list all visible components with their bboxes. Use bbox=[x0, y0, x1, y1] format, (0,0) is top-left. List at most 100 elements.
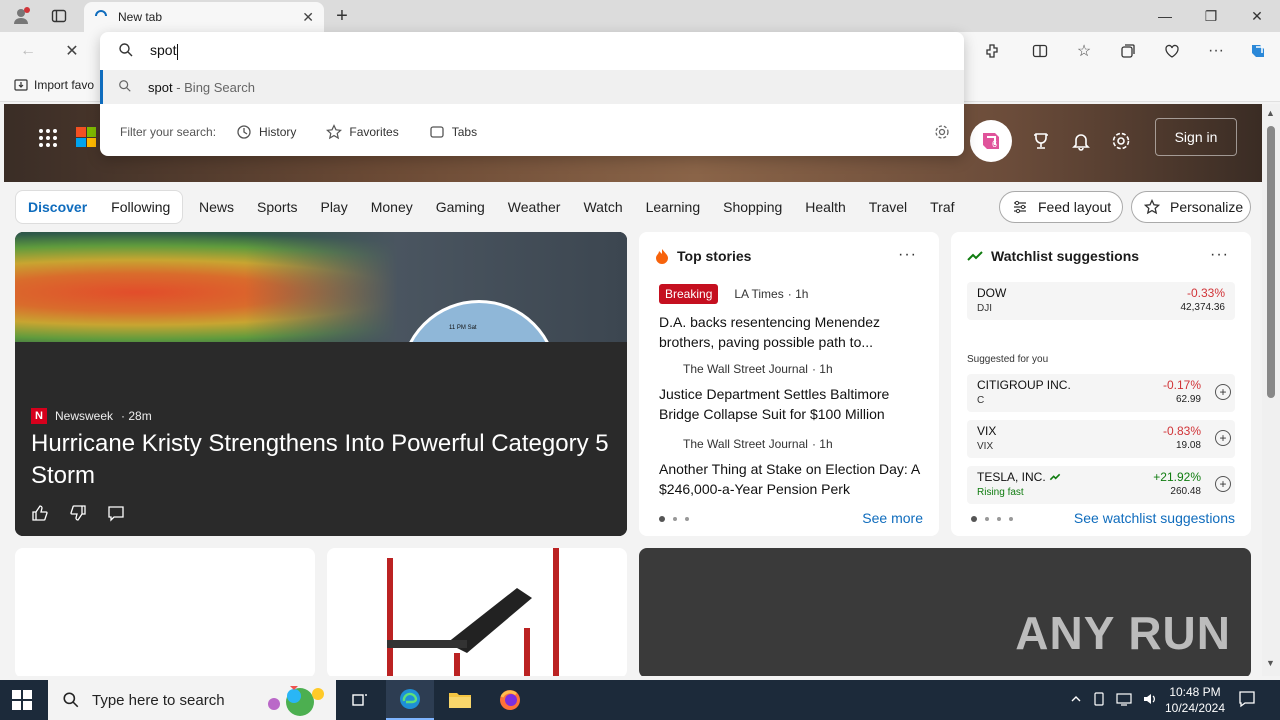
split-screen-icon[interactable] bbox=[1026, 38, 1054, 64]
system-clock[interactable]: 10:48 PM 10/24/2024 bbox=[1162, 684, 1228, 716]
close-tab-icon[interactable]: ✕ bbox=[302, 9, 314, 26]
personalize-button[interactable]: Personalize bbox=[1131, 191, 1251, 223]
settings-more-icon[interactable]: ··· bbox=[1202, 38, 1230, 64]
sign-in-button[interactable]: Sign in bbox=[1155, 118, 1237, 156]
stock-row[interactable]: CITIGROUP INC. C -0.17% 62.99 + bbox=[967, 374, 1235, 412]
more-options-icon[interactable]: ··· bbox=[898, 246, 917, 264]
more-options-icon[interactable]: ··· bbox=[1210, 246, 1229, 264]
watchlist-title: Watchlist suggestions bbox=[967, 248, 1139, 264]
stock-row[interactable]: DOW DJI -0.33% 42,374.36 bbox=[967, 282, 1235, 320]
loading-icon bbox=[94, 9, 108, 26]
favorites-star-icon[interactable]: ☆ bbox=[1070, 38, 1098, 64]
category-news[interactable]: News bbox=[199, 199, 234, 215]
tray-chevron-icon[interactable] bbox=[1070, 693, 1082, 708]
category-sports[interactable]: Sports bbox=[257, 199, 297, 215]
new-tab-button[interactable]: + bbox=[330, 4, 354, 28]
taskbar-search[interactable]: Type here to search bbox=[48, 680, 336, 720]
back-icon[interactable]: ← bbox=[14, 38, 42, 64]
copilot-icon[interactable] bbox=[1244, 38, 1272, 64]
filter-tabs[interactable]: Tabs bbox=[429, 124, 477, 140]
add-to-watchlist-icon[interactable]: + bbox=[1215, 384, 1231, 400]
file-explorer-icon[interactable] bbox=[436, 680, 484, 720]
star-icon bbox=[326, 124, 343, 140]
restore-button[interactable]: ❐ bbox=[1188, 0, 1234, 32]
filter-history[interactable]: History bbox=[236, 124, 296, 140]
start-button[interactable] bbox=[12, 690, 32, 710]
browser-tab[interactable]: New tab ✕ bbox=[84, 2, 324, 32]
title-bar: New tab ✕ + — ❐ ✕ bbox=[0, 0, 1280, 32]
feed-layout-button[interactable]: Feed layout bbox=[999, 191, 1123, 223]
news-card[interactable] bbox=[15, 548, 315, 676]
filter-label: Filter your search: bbox=[120, 125, 217, 139]
app-launcher-icon[interactable] bbox=[38, 128, 58, 153]
extensions-icon[interactable] bbox=[978, 38, 1006, 64]
add-to-watchlist-icon[interactable]: + bbox=[1215, 430, 1231, 446]
product-card[interactable] bbox=[327, 548, 627, 676]
reaction-bar bbox=[31, 504, 125, 525]
category-health[interactable]: Health bbox=[805, 199, 845, 215]
close-window-button[interactable]: ✕ bbox=[1234, 0, 1280, 32]
profile-icon[interactable] bbox=[6, 2, 36, 30]
carousel-dots[interactable] bbox=[659, 516, 689, 522]
carousel-dots[interactable] bbox=[971, 516, 1013, 522]
comment-icon[interactable] bbox=[107, 504, 125, 525]
firefox-icon[interactable] bbox=[486, 680, 534, 720]
import-favorites-item[interactable]: Import favo bbox=[14, 78, 94, 92]
dislike-icon[interactable] bbox=[69, 504, 87, 525]
top-stories-title: Top stories bbox=[655, 248, 751, 264]
stock-row[interactable]: VIX VIX -0.83% 19.08 + bbox=[967, 420, 1235, 458]
stop-loading-icon[interactable]: ✕ bbox=[58, 38, 86, 64]
volume-icon[interactable] bbox=[1142, 692, 1158, 709]
source-logo bbox=[659, 362, 673, 376]
story-headline: Justice Department Settles Baltimore Bri… bbox=[659, 386, 890, 422]
search-settings-icon[interactable] bbox=[934, 124, 950, 143]
edge-taskbar-icon[interactable] bbox=[386, 680, 434, 720]
tab-actions-icon[interactable] bbox=[44, 2, 74, 30]
category-learning[interactable]: Learning bbox=[646, 199, 701, 215]
story-item[interactable]: The Wall Street Journal · 1h Another Thi… bbox=[659, 437, 927, 499]
tab-discover[interactable]: Discover bbox=[28, 199, 87, 215]
address-input[interactable]: spot bbox=[100, 32, 964, 70]
newsweek-logo: N bbox=[31, 408, 47, 424]
see-watchlist-link[interactable]: See watchlist suggestions bbox=[1074, 510, 1235, 526]
scroll-down-icon[interactable]: ▼ bbox=[1266, 658, 1275, 668]
category-travel[interactable]: Travel bbox=[869, 199, 907, 215]
page-scrollbar[interactable]: ▲ ▼ bbox=[1262, 104, 1280, 676]
category-money[interactable]: Money bbox=[371, 199, 413, 215]
collections-icon[interactable] bbox=[1114, 38, 1142, 64]
rewards-trophy-icon[interactable] bbox=[1028, 128, 1054, 154]
minimize-button[interactable]: — bbox=[1142, 0, 1188, 32]
scroll-up-icon[interactable]: ▲ bbox=[1266, 108, 1275, 118]
story-item[interactable]: The Wall Street Journal · 1h Justice Dep… bbox=[659, 362, 927, 424]
category-gaming[interactable]: Gaming bbox=[436, 199, 485, 215]
notifications-bell-icon[interactable] bbox=[1068, 128, 1094, 154]
suggestion-source: - Bing Search bbox=[172, 79, 255, 95]
category-play[interactable]: Play bbox=[320, 199, 347, 215]
microsoft-logo[interactable] bbox=[76, 127, 96, 147]
header-actions: 6 bbox=[970, 120, 1134, 162]
copilot-button[interactable]: 6 bbox=[970, 120, 1012, 162]
filter-favorites[interactable]: Favorites bbox=[326, 124, 399, 140]
network-icon[interactable] bbox=[1116, 692, 1132, 709]
search-suggestion[interactable]: spot - Bing Search bbox=[100, 70, 964, 104]
main-headline[interactable]: Hurricane Kristy Strengthens Into Powerf… bbox=[31, 428, 621, 492]
browser-essentials-icon[interactable] bbox=[1158, 38, 1186, 64]
like-icon[interactable] bbox=[31, 504, 49, 525]
story-item[interactable]: Breaking LA Times · 1h D.A. backs resent… bbox=[659, 284, 927, 352]
scroll-thumb[interactable] bbox=[1267, 126, 1275, 398]
video-card[interactable]: ANY RUN bbox=[639, 548, 1251, 676]
tab-following[interactable]: Following bbox=[111, 199, 170, 215]
category-weather[interactable]: Weather bbox=[508, 199, 561, 215]
add-to-watchlist-icon[interactable]: + bbox=[1215, 476, 1231, 492]
notification-icon[interactable] bbox=[1238, 690, 1256, 711]
page-settings-gear-icon[interactable] bbox=[1108, 128, 1134, 154]
task-view-icon[interactable] bbox=[336, 680, 384, 720]
category-shopping[interactable]: Shopping bbox=[723, 199, 782, 215]
see-more-link[interactable]: See more bbox=[862, 510, 923, 526]
address-bar-dropdown: spot spot - Bing Search Filter your sear… bbox=[100, 32, 964, 156]
category-watch[interactable]: Watch bbox=[583, 199, 622, 215]
category-traffic[interactable]: Traf bbox=[930, 199, 954, 215]
stock-row[interactable]: TESLA, INC. Rising fast +21.92% 260.48 + bbox=[967, 466, 1235, 504]
main-news-card[interactable]: 11 PM Sat N Newsweek · 28m Hurricane Kri… bbox=[15, 232, 627, 536]
device-icon[interactable] bbox=[1092, 691, 1106, 709]
